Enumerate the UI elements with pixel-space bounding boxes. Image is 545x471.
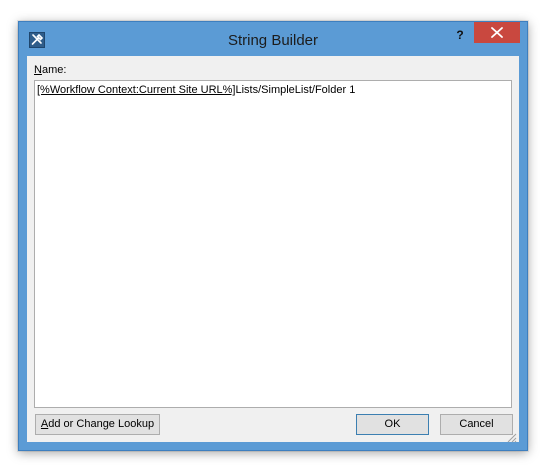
help-button[interactable]: ? — [449, 24, 471, 46]
lookup-button-label: dd or Change Lookup — [48, 418, 155, 430]
workflow-lookup-token[interactable]: [%Workflow Context:Current Site URL%] — [37, 84, 235, 96]
ok-button[interactable]: OK — [356, 414, 429, 435]
name-label-accelerator: N — [34, 64, 42, 76]
dialog-body: Name: [%Workflow Context:Current Site UR… — [27, 56, 519, 443]
cancel-button[interactable]: Cancel — [440, 414, 513, 435]
close-icon — [491, 27, 503, 38]
name-text-value: Lists/SimpleList/Folder 1 — [235, 84, 356, 96]
name-textarea[interactable]: [%Workflow Context:Current Site URL%]Lis… — [34, 80, 512, 408]
tools-icon — [29, 32, 45, 48]
close-button[interactable] — [474, 22, 520, 43]
name-label: Name: — [34, 64, 66, 76]
title-bar[interactable]: String Builder ? — [19, 22, 527, 56]
resize-grip-icon[interactable] — [505, 428, 517, 443]
string-builder-dialog: String Builder ? Name: [%Workflow Contex… — [18, 21, 528, 451]
name-label-text: ame: — [41, 64, 67, 76]
add-or-change-lookup-button[interactable]: Add or Change Lookup — [35, 414, 160, 435]
